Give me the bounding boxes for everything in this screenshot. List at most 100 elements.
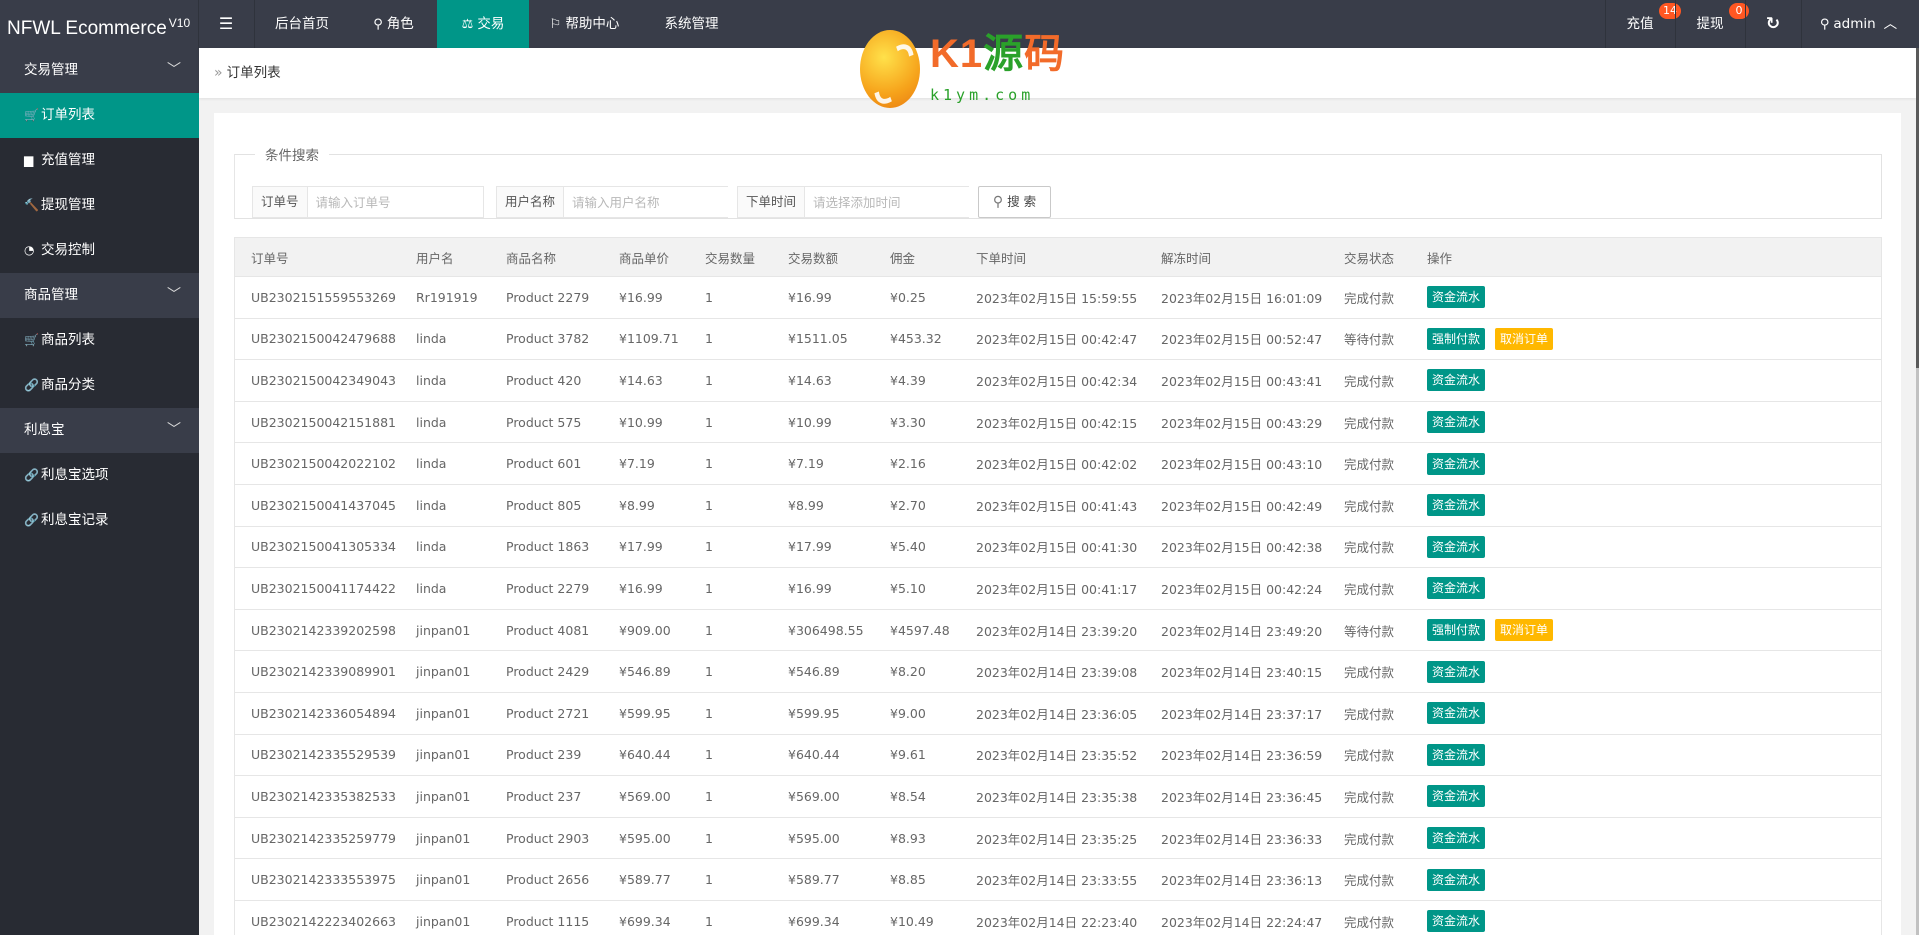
- sidebar-item-goods-category[interactable]: 🔗 商品分类: [0, 363, 199, 408]
- sidebar-group-trade[interactable]: 交易管理 ﹀: [0, 48, 199, 93]
- nav-system[interactable]: 系统管理: [640, 0, 743, 48]
- search-button[interactable]: ⚲ 搜 索: [978, 186, 1051, 218]
- nav-role-label: 角色: [386, 16, 414, 32]
- search-panel: 条件搜索 订单号 用户名称 下单时间 ⚲搜 索: [234, 144, 1882, 219]
- cell-order-no: UB2302142339089901: [251, 664, 396, 680]
- nav-role[interactable]: ⚲ 角色: [350, 0, 437, 48]
- cell-username: jinpan01: [416, 830, 471, 846]
- username-input[interactable]: [564, 187, 737, 217]
- cell-commission: ¥5.10: [890, 580, 926, 596]
- cell-actions: 资金流水: [1427, 277, 1495, 318]
- monitor-icon: ▆: [24, 153, 34, 167]
- cancel-order-button[interactable]: 取消订单: [1495, 327, 1554, 350]
- cell-unfreeze-time: 2023年02月14日 23:36:13: [1161, 873, 1323, 889]
- gavel-icon: 🔨: [24, 198, 39, 212]
- table-row: UB2302142335529539 jinpan01 Product 239 ¥64…: [235, 733, 1881, 776]
- cell-unit-price: ¥546.89: [619, 664, 671, 680]
- username-field: 用户名称: [496, 186, 737, 218]
- cell-order-time: 2023年02月15日 15:59:55: [976, 290, 1138, 306]
- fund-flow-button[interactable]: 资金流水: [1427, 743, 1486, 766]
- fund-flow-button[interactable]: 资金流水: [1427, 827, 1486, 850]
- cell-unfreeze-time: 2023年02月14日 23:36:45: [1161, 789, 1323, 805]
- sidebar-group-interest[interactable]: 利息宝 ﹀: [0, 408, 199, 453]
- cell-order-no: UB2302150042022102: [251, 456, 396, 472]
- nav-help[interactable]: ⚐ 帮助中心: [529, 0, 640, 48]
- table-row: UB2302150042479688 linda Product 3782 ¥1109…: [235, 317, 1881, 360]
- nav-trade[interactable]: ⚖ 交易: [437, 0, 529, 48]
- cell-unfreeze-time: 2023年02月15日 00:42:49: [1161, 498, 1323, 514]
- cell-username: jinpan01: [416, 788, 471, 804]
- link-icon: 🔗: [24, 513, 39, 527]
- cell-commission: ¥4597.48: [890, 622, 950, 638]
- cell-status: 完成付款: [1344, 748, 1395, 764]
- cell-unit-price: ¥14.63: [619, 372, 663, 388]
- fund-flow-button[interactable]: 资金流水: [1427, 452, 1486, 475]
- breadcrumb: » 订单列表: [199, 48, 1916, 98]
- fund-flow-button[interactable]: 资金流水: [1427, 660, 1486, 683]
- cell-quantity: 1: [705, 456, 713, 472]
- force-pay-button[interactable]: 强制付款: [1427, 327, 1486, 350]
- chevron-up-icon: ︿: [1883, 16, 1898, 32]
- cell-status: 完成付款: [1344, 831, 1395, 847]
- fund-flow-button[interactable]: 资金流水: [1427, 702, 1486, 725]
- cell-product-name: Product 2279: [506, 289, 590, 305]
- table-row: UB2302142335259779 jinpan01 Product 2903 ¥5…: [235, 816, 1881, 859]
- user-menu[interactable]: ⚲ admin ︿: [1801, 0, 1916, 48]
- refresh-button[interactable]: ↻: [1745, 0, 1801, 48]
- fund-flow-button[interactable]: 资金流水: [1427, 910, 1486, 933]
- nav-home[interactable]: 后台首页: [254, 0, 350, 48]
- order-time-input[interactable]: [805, 187, 978, 217]
- table-row: UB2302142339089901 jinpan01 Product 2429 ¥5…: [235, 650, 1881, 692]
- sidebar-item-interest-options[interactable]: 🔗 利息宝选项: [0, 453, 199, 498]
- cell-order-time: 2023年02月14日 23:39:20: [976, 623, 1138, 639]
- cell-username: linda: [416, 331, 447, 347]
- order-no-field: 订单号: [252, 186, 484, 218]
- sidebar-item-interest-records[interactable]: 🔗 利息宝记录: [0, 498, 199, 543]
- cell-username: jinpan01: [416, 705, 471, 721]
- cell-status: 完成付款: [1344, 914, 1395, 930]
- fund-flow-button[interactable]: 资金流水: [1427, 535, 1486, 558]
- order-no-input[interactable]: [307, 187, 483, 217]
- sidebar-item-order-list[interactable]: 🛒 订单列表: [0, 93, 199, 138]
- column-header-actions: 操作: [1427, 250, 1453, 266]
- cell-username: jinpan01: [416, 913, 471, 929]
- sidebar-item-label: 利息宝记录: [41, 512, 109, 528]
- cell-actions: 资金流水: [1427, 693, 1495, 734]
- fund-flow-button[interactable]: 资金流水: [1427, 411, 1486, 434]
- cell-product-name: Product 1863: [506, 539, 590, 555]
- cell-amount: ¥640.44: [788, 747, 840, 763]
- search-icon: ⚲: [992, 194, 1004, 210]
- cancel-order-button[interactable]: 取消订单: [1495, 619, 1554, 642]
- cell-amount: ¥595.00: [788, 830, 840, 846]
- cell-actions: 资金流水: [1427, 402, 1495, 443]
- cell-unit-price: ¥640.44: [619, 747, 671, 763]
- sidebar-item-label: 商品列表: [41, 332, 95, 348]
- cell-amount: ¥16.99: [788, 580, 832, 596]
- cell-actions: 强制付款 取消订单: [1427, 319, 1563, 360]
- fund-flow-button[interactable]: 资金流水: [1427, 785, 1486, 808]
- sidebar-group-goods[interactable]: 商品管理 ﹀: [0, 273, 199, 318]
- cell-status: 完成付款: [1344, 457, 1395, 473]
- fund-flow-button[interactable]: 资金流水: [1427, 868, 1486, 891]
- fund-flow-button[interactable]: 资金流水: [1427, 577, 1486, 600]
- cell-quantity: 1: [705, 705, 713, 721]
- sidebar-toggle-button[interactable]: ☰: [198, 0, 254, 48]
- cell-amount: ¥589.77: [788, 872, 840, 888]
- cell-unfreeze-time: 2023年02月14日 23:49:20: [1161, 623, 1323, 639]
- sidebar-item-trade-control[interactable]: ◔ 交易控制: [0, 228, 199, 273]
- fund-flow-button[interactable]: 资金流水: [1427, 494, 1486, 517]
- sidebar-item-withdraw[interactable]: 🔨 提现管理: [0, 183, 199, 228]
- fund-flow-button[interactable]: 资金流水: [1427, 286, 1486, 309]
- column-header-quantity: 交易数量: [705, 250, 756, 266]
- table-row: UB2302150042349043 linda Product 420 ¥14.63…: [235, 359, 1881, 401]
- cell-actions: 资金流水: [1427, 360, 1495, 401]
- fund-flow-button[interactable]: 资金流水: [1427, 369, 1486, 392]
- force-pay-button[interactable]: 强制付款: [1427, 619, 1486, 642]
- cell-amount: ¥16.99: [788, 289, 832, 305]
- cell-order-time: 2023年02月14日 23:35:52: [976, 748, 1138, 764]
- cell-status: 完成付款: [1344, 665, 1395, 681]
- cell-status: 等待付款: [1344, 623, 1395, 639]
- cell-status: 完成付款: [1344, 540, 1395, 556]
- sidebar-item-goods-list[interactable]: 🛒 商品列表: [0, 318, 199, 363]
- sidebar-item-recharge[interactable]: ▆ 充值管理: [0, 138, 199, 183]
